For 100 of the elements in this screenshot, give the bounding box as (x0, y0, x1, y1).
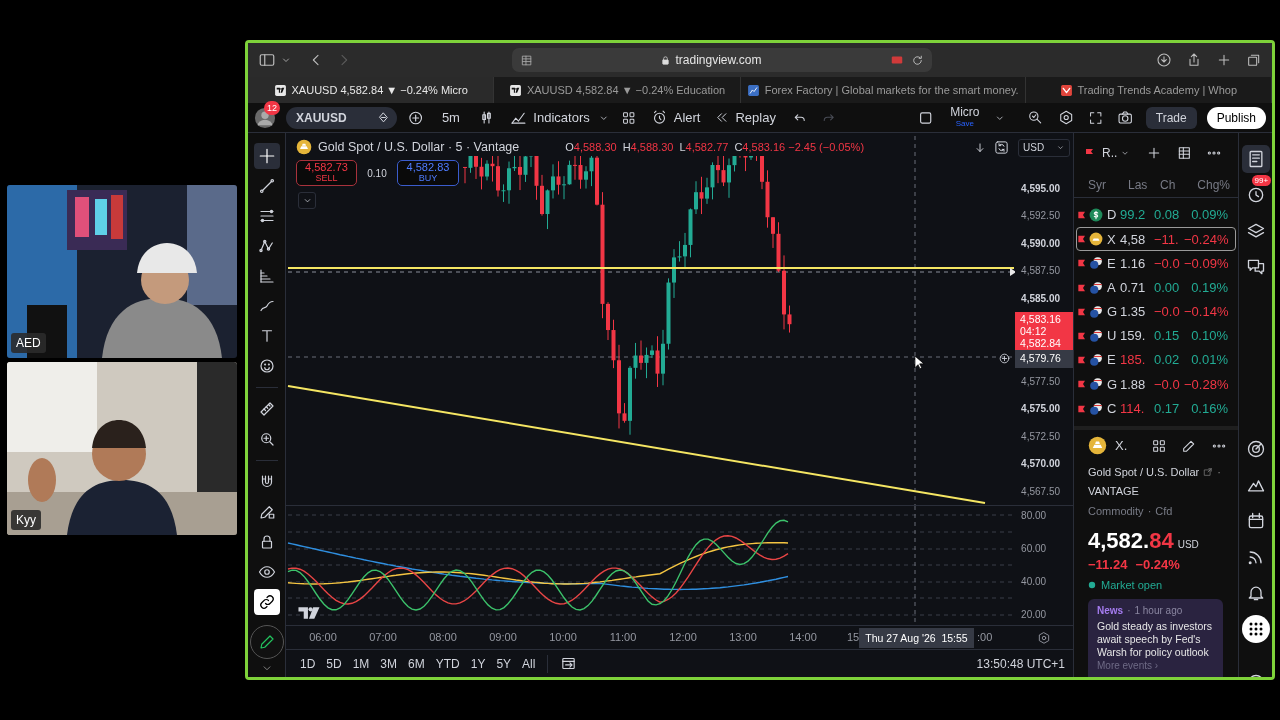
trade-button[interactable]: Trade (1145, 106, 1197, 129)
draw-button[interactable] (249, 625, 284, 659)
price-axis-label: 4,577.50 (1020, 374, 1061, 389)
address-bar[interactable]: tradingview.com (512, 48, 932, 72)
indicators-button[interactable]: Indicators (510, 107, 590, 128)
column-header[interactable]: Syr (1088, 176, 1116, 194)
grid-icon[interactable] (1151, 437, 1168, 454)
price-axis-label: 4,575.00 (1020, 402, 1061, 416)
watchlist-title[interactable]: R.. (1102, 144, 1118, 162)
change-percent: 0.10% (1190, 327, 1228, 346)
news-card[interactable]: News · 1 hour ago Gold steady as investors await speech by Fed's Warsh for policy outlook More events › (1088, 599, 1223, 677)
price-marker-icon (1010, 268, 1016, 276)
symbol-text: G (1107, 375, 1118, 394)
tabs-overview-icon[interactable] (1246, 52, 1262, 68)
settings-icon[interactable] (1057, 109, 1074, 126)
range-button[interactable]: 6M (408, 654, 425, 673)
link-icon[interactable] (253, 589, 280, 615)
exchange-text: VANTAGE (1088, 484, 1140, 499)
cursor-icon (912, 355, 926, 371)
column-header[interactable]: Las (1128, 176, 1154, 194)
sell-button[interactable]: 4,582.73 SELL (296, 160, 357, 186)
indicator-axis-label: 80.00 (1020, 509, 1048, 523)
crosshair-price-label: 4,579.76 (1015, 350, 1073, 368)
range-button[interactable]: 1Y (470, 654, 486, 673)
range-button[interactable]: YTD (435, 654, 460, 673)
last-price: 0.71 (1120, 278, 1147, 297)
range-button[interactable]: All (522, 654, 536, 673)
news-source: News (1097, 604, 1124, 618)
add-alert-icon[interactable] (998, 352, 1012, 365)
time-axis-label: 12:00 (668, 630, 698, 646)
change-percent: 0.19% (1190, 278, 1228, 297)
trend-line[interactable] (287, 385, 986, 504)
table-icon[interactable] (1176, 145, 1193, 161)
download-icon[interactable] (1156, 52, 1172, 68)
price-axis-label: 4,590.00 (1020, 236, 1061, 251)
change-value: 0.08 (1154, 206, 1181, 225)
fullscreen-icon[interactable] (1087, 109, 1104, 126)
range-button[interactable]: 3M (380, 654, 398, 673)
last-price: 114. (1120, 399, 1146, 418)
symbol-text: G (1107, 303, 1118, 322)
replay-button[interactable]: Replay (714, 107, 776, 128)
clock-text: 13:50:48 UTC+1 (976, 655, 1065, 673)
refresh-icon[interactable] (994, 140, 1009, 155)
share-icon[interactable] (1186, 52, 1202, 68)
camera-icon[interactable] (1117, 109, 1134, 126)
watchlist-row[interactable]: U 159. 0.15 0.10% (1076, 323, 1236, 349)
change-percent: −0.14% (1184, 303, 1228, 322)
range-button[interactable]: 5D (326, 654, 342, 673)
time-axis-label: 14:00 (788, 630, 818, 646)
new-tab-icon[interactable] (1216, 52, 1232, 68)
range-button[interactable]: 1M (352, 654, 370, 673)
change-percent: −0.09% (1184, 254, 1228, 273)
watchlist-icon[interactable] (1241, 145, 1270, 173)
change-value: −0.0 (1154, 254, 1181, 273)
symbol-search-field[interactable]: XAUUSD (286, 106, 397, 129)
browser-tab[interactable]: XAUUSD 4,582.84 ▼ −0.24% Micro (248, 77, 495, 103)
watchlist-row[interactable]: A 0.71 0.00 0.19% (1076, 275, 1236, 300)
watchlist-row[interactable]: C 114. 0.17 0.16% (1076, 396, 1236, 421)
external-link-icon[interactable] (1203, 466, 1214, 477)
price-axis-label: 4,570.00 (1020, 457, 1061, 471)
currency-pair-icon (1089, 280, 1103, 295)
scroll-down-icon[interactable] (973, 141, 987, 155)
sidebar-icon[interactable] (258, 51, 276, 69)
column-header[interactable]: Chg% (1190, 176, 1230, 194)
market-status: Market open (1101, 577, 1163, 593)
category-text: Commodity (1088, 503, 1144, 519)
column-header[interactable]: Ch (1160, 176, 1186, 194)
watchlist-row[interactable]: G 1.88 −0.0 −0.28% (1076, 372, 1236, 397)
time-axis-label: 10:00 (548, 630, 578, 646)
buy-button[interactable]: 4,582.83 BUY (397, 160, 459, 186)
currency-pair-icon (1089, 256, 1103, 271)
status-dot-icon (1088, 580, 1096, 589)
symbol-text: A (1107, 278, 1117, 297)
reload-icon[interactable] (911, 53, 924, 67)
interval-button[interactable]: 5m (435, 107, 466, 128)
search-icon[interactable] (1027, 109, 1044, 126)
watchlist-row[interactable]: E 185. 0.02 0.01% (1076, 348, 1236, 373)
currency-dropdown[interactable]: USD (1018, 139, 1070, 157)
watchlist-row[interactable]: X 4,58 −11. −0.24% (1076, 227, 1236, 252)
range-button[interactable]: 1D (300, 654, 316, 673)
change-value: 0.15 (1154, 327, 1181, 346)
chart-title: Gold Spot / U.S. Dollar · 5 · Vantage (318, 139, 520, 156)
templates-icon[interactable] (621, 109, 637, 126)
apps-icon[interactable] (1241, 615, 1270, 643)
publish-button[interactable]: Publish (1206, 106, 1267, 129)
symbol-text: D (1107, 206, 1118, 225)
last-price: 185. (1120, 351, 1147, 370)
price-axis-label: 4,587.50 (1020, 264, 1061, 278)
go-to-date-icon[interactable] (560, 655, 578, 672)
watchlist-row[interactable]: D 99.2 0.08 0.09% (1076, 203, 1236, 228)
notification-badge: 99+ (1251, 175, 1272, 186)
crosshair-icon[interactable] (253, 143, 280, 169)
time-axis-label: 07:00 (368, 630, 398, 646)
coin-icon (296, 139, 312, 156)
range-button[interactable]: 5Y (496, 654, 512, 673)
watchlist-row[interactable]: G 1.35 −0.0 −0.14% (1076, 299, 1236, 324)
layout-button[interactable]: Micro Save (950, 106, 980, 129)
watchlist-row[interactable]: E 1.16 −0.0 −0.09% (1076, 251, 1236, 276)
url-text: tradingview.com (675, 52, 762, 69)
alert-button[interactable]: Alert (650, 107, 701, 128)
